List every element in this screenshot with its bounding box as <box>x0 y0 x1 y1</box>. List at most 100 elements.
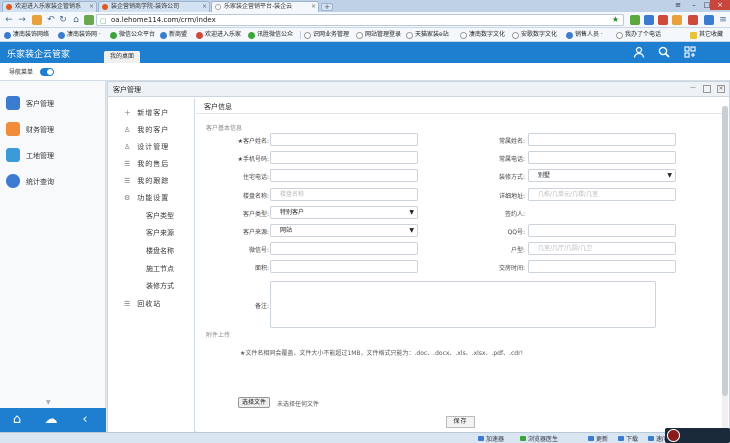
tab-my-desktop[interactable]: 我的桌面 <box>104 51 141 63</box>
bookmark-item[interactable]: 讯胜微信公众 <box>248 30 293 40</box>
menu-subitem[interactable]: 楼盘名称 <box>146 246 174 258</box>
phone-input[interactable] <box>270 151 418 164</box>
customer-source-select[interactable]: 网站 ▼ <box>270 224 418 237</box>
shield-icon[interactable] <box>84 15 94 25</box>
refresh-icon[interactable]: ↻ <box>58 15 68 25</box>
menu-icon[interactable]: ≡ <box>718 15 728 25</box>
extension-icon[interactable] <box>704 15 714 25</box>
wechat-input[interactable] <box>270 242 418 255</box>
home-phone-input[interactable] <box>270 169 418 182</box>
url-input[interactable]: ▢ oa.lehome114.com/crm/index ★ <box>96 14 624 26</box>
close-icon[interactable]: × <box>311 2 316 12</box>
extension-icon[interactable] <box>658 15 668 25</box>
window-close-icon[interactable]: × <box>710 0 730 10</box>
new-tab-button[interactable]: + <box>321 3 333 11</box>
status-item[interactable]: 下载 <box>618 434 638 443</box>
home-icon[interactable]: ⌂ <box>8 412 26 428</box>
bookmark-folder[interactable]: 其它收藏 <box>690 30 723 40</box>
close-icon[interactable]: × <box>202 2 207 12</box>
menu-subitem[interactable]: 客户类型 <box>146 211 174 223</box>
bookmark-item[interactable]: 网站管理登录 <box>356 30 401 40</box>
sidebar-item-finance[interactable]: 财务管理 <box>6 121 102 139</box>
menu-item-tracking[interactable]: ☰ 我的跟踪 <box>124 176 169 188</box>
bookmark-item[interactable]: 销售人员 · <box>566 30 603 40</box>
address-input[interactable]: 几栋/几单元/几楼/几室 <box>528 188 676 201</box>
browser-tab-bar: 欢迎进入乐家装企管销系 × 装企营销商学院-装饰公司 × 乐家装企营销平台-装企… <box>0 0 730 12</box>
field-label: 常属姓名: <box>498 138 525 145</box>
sidebar-item-stats[interactable]: 统计查询 <box>6 173 102 191</box>
bookmark-item[interactable]: 凄南数字文化 <box>460 30 505 40</box>
upload-note: ★文件名相同会覆盖，文件大小不能超过1MB，文件格式只能为：.doc、.docx… <box>240 350 523 357</box>
bookmark-item[interactable]: 安歌数字文化 <box>512 30 557 40</box>
area-input[interactable] <box>270 260 418 273</box>
close-icon[interactable]: × <box>89 2 94 12</box>
customer-name-input[interactable] <box>270 133 418 146</box>
chevron-left-icon[interactable]: ‹ <box>76 412 94 428</box>
family-name-input[interactable] <box>528 133 676 146</box>
menu-item-my-customers[interactable]: ♙ 我的客户 <box>124 125 169 137</box>
remark-textarea[interactable] <box>270 281 656 328</box>
undo-icon[interactable]: ↶ <box>46 15 56 25</box>
search-icon[interactable] <box>657 46 671 60</box>
maximize-icon[interactable] <box>703 85 711 93</box>
customer-type-select[interactable]: 特别客户 ▼ <box>270 206 418 219</box>
favorites-icon[interactable] <box>32 15 42 25</box>
close-icon[interactable]: × <box>717 85 725 93</box>
extension-icon[interactable] <box>630 15 640 25</box>
bookmark-item[interactable]: 识网业务管理 <box>304 30 349 40</box>
menu-subitem[interactable]: 施工节点 <box>146 264 174 276</box>
sidebar-item-customer[interactable]: 客户管理 <box>6 95 102 113</box>
bookmark-item[interactable]: 欢迎进入乐家 <box>196 30 241 40</box>
browser-tab[interactable]: 装企营销商学院-装饰公司 × <box>98 1 210 12</box>
menu-item-design[interactable]: ♙ 设计管理 <box>124 142 169 154</box>
minimize-icon[interactable]: — <box>689 85 697 93</box>
menu-subitem[interactable]: 客户来源 <box>146 228 174 240</box>
forward-icon[interactable]: → <box>17 15 27 25</box>
menu-item-recycle-bin[interactable]: ☰ 回收站 <box>124 299 161 311</box>
scrollbar-thumb[interactable] <box>722 106 728 396</box>
bookmark-item[interactable]: 凄南装饰网 · <box>58 30 101 40</box>
save-button[interactable]: 保存 <box>446 416 475 428</box>
scroll-down-icon[interactable]: ▼ <box>46 399 51 406</box>
status-item[interactable]: 浏览器医生 <box>520 434 558 443</box>
extension-icon[interactable] <box>688 15 698 25</box>
status-item[interactable]: 加速器 <box>478 434 504 443</box>
form-header: 客户信息 <box>196 98 729 114</box>
choose-file-button[interactable]: 选择文件 <box>238 397 271 408</box>
menu-item-new-customer[interactable]: ＋ 新增客户 <box>124 108 169 120</box>
bookmark-item[interactable]: 凄南装饰网络 <box>4 30 49 40</box>
status-item[interactable]: 更新 <box>588 434 608 443</box>
menu-item-settings[interactable]: ⚙ 功能设置 <box>124 193 169 205</box>
menu-item-after-sales[interactable]: ☰ 我的售后 <box>124 159 169 171</box>
bookmark-item[interactable]: 新商盟 <box>160 30 187 40</box>
apps-grid-icon[interactable] <box>683 46 697 60</box>
browser-tab-active[interactable]: 乐家装企营销平台-装企云 × <box>211 1 319 12</box>
cloud-icon[interactable]: ☁ <box>42 412 60 428</box>
bookmark-item[interactable]: 天猫家装e站 <box>406 30 449 40</box>
menu-icon[interactable]: ≡ <box>670 0 686 10</box>
layout-input[interactable]: 几室/几厅/几厨/几卫 <box>528 242 676 255</box>
sidebar-item-site[interactable]: 工地管理 <box>6 147 102 165</box>
content-scrollbar[interactable] <box>722 106 728 428</box>
decoration-type-select[interactable]: 别墅 ▼ <box>528 169 676 182</box>
browser-tab[interactable]: 欢迎进入乐家装企管销系 × <box>2 1 97 12</box>
extension-icon[interactable] <box>644 15 654 25</box>
menu-subitem[interactable]: 装修方式 <box>146 281 174 293</box>
customer-submenu: ＋ 新增客户 ♙ 我的客户 ♙ 设计管理 ☰ 我的售后 ☰ 我的跟踪 ⚙ 功能设… <box>108 98 195 432</box>
building-name-input[interactable]: 楼盘名称 <box>270 188 418 201</box>
user-icon[interactable] <box>632 46 646 60</box>
nav-toggle-switch[interactable] <box>40 68 54 76</box>
bookmark-item[interactable]: 微信公众平台 <box>110 30 155 40</box>
seal-icon <box>667 429 680 442</box>
qq-input[interactable] <box>528 224 676 237</box>
bookmark-icon <box>566 32 573 39</box>
user-icon-svg <box>633 46 645 58</box>
handover-date-input[interactable] <box>528 260 676 273</box>
home-icon[interactable]: ⌂ <box>71 15 81 25</box>
back-icon[interactable]: ← <box>4 15 14 25</box>
bookmark-item[interactable]: 我办了个电话 <box>616 30 661 40</box>
extension-icon[interactable] <box>672 15 682 25</box>
customer-form: 客户信息 客户基本信息 ★客户姓名: ★手机号码: 住宅电话: 楼盘名称: 楼盘… <box>196 98 729 432</box>
star-icon[interactable]: ★ <box>612 15 619 25</box>
family-phone-input[interactable] <box>528 151 676 164</box>
